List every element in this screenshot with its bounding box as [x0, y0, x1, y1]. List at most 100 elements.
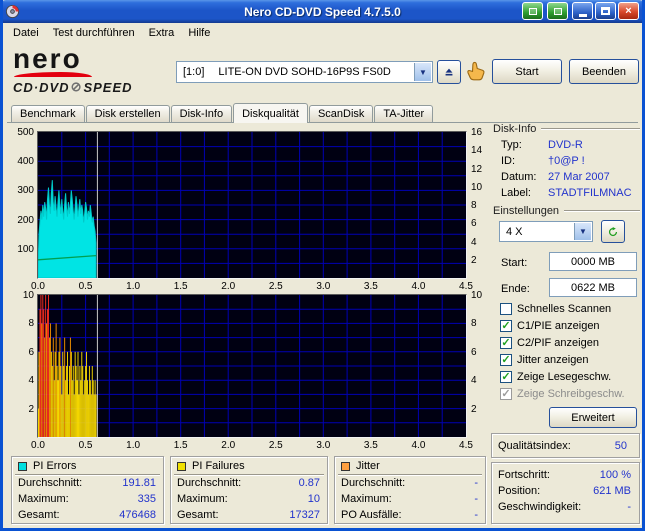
titlebar-extra-button-2[interactable] — [547, 2, 568, 20]
nero-logo: nero CD·DVD ⊘ SPEED — [13, 43, 171, 98]
green-window-icon — [553, 7, 562, 15]
checkbox-box[interactable]: ✓ — [500, 371, 512, 383]
tab-disk-erstellen[interactable]: Disk erstellen — [85, 105, 170, 122]
axis-tick-label: 1.0 — [126, 440, 141, 451]
checkbox-c2-pif[interactable]: ✓ C2/PIF anzeigen — [500, 336, 599, 350]
axis-tick-label: 2.5 — [268, 281, 283, 292]
speed-label: Geschwindigkeit: — [498, 501, 582, 513]
end-mb-field[interactable]: 0622 MB — [549, 278, 637, 297]
axis-tick-label: 14 — [471, 145, 483, 157]
divider — [15, 474, 160, 476]
axis-tick-label: 3.5 — [363, 440, 378, 451]
end-mb-label: Ende: — [501, 283, 530, 295]
logo-name: nero — [13, 43, 82, 74]
refresh-icon — [608, 226, 618, 236]
pi-failures-swatch-icon — [177, 461, 186, 471]
disk-label-label: Label: — [501, 187, 531, 199]
green-window-icon — [528, 7, 537, 15]
divider — [564, 210, 640, 212]
disk-type-label: Typ: — [501, 139, 522, 151]
drive-id: [1:0] — [183, 66, 205, 78]
tab-ta-jitter[interactable]: TA-Jitter — [374, 105, 434, 122]
quality-index-panel: Qualitätsindex: 50 — [491, 433, 640, 458]
progress-value: 100 % — [599, 469, 631, 481]
logo-sub-left: CD·DVD — [13, 79, 70, 95]
quit-button[interactable]: Beenden — [569, 59, 639, 84]
maximize-button[interactable] — [595, 2, 616, 20]
jitter-swatch-icon — [341, 461, 350, 471]
checkbox-box[interactable]: ✓ — [500, 337, 512, 349]
menu-item-datei[interactable]: Datei — [6, 24, 46, 42]
eject-button[interactable] — [437, 60, 461, 84]
titlebar-extra-button-1[interactable] — [522, 2, 543, 20]
start-mb-field[interactable]: 0000 MB — [549, 252, 637, 271]
tab-benchmark[interactable]: Benchmark — [11, 105, 85, 122]
checkbox-zeige-lesegeschw[interactable]: ✓ Zeige Lesegeschw. — [500, 370, 611, 384]
jitter-stats: Jitter Durchschnitt: - Maximum: - PO Ausfä… — [334, 456, 486, 524]
checkbox-jitter[interactable]: ✓ Jitter anzeigen — [500, 353, 589, 367]
stat-label: Maximum: — [177, 493, 228, 505]
axis-tick-label: 2.0 — [221, 281, 236, 292]
axis-tick-label: 2.0 — [221, 440, 236, 451]
axis-tick-label: 3.0 — [316, 281, 331, 292]
position-label: Position: — [498, 485, 541, 497]
axis-tick-label: 0.0 — [31, 281, 45, 292]
checkbox-schnelles-scannen[interactable]: Schnelles Scannen — [500, 302, 611, 316]
start-button[interactable]: Start — [492, 59, 562, 84]
speed-value-display: - — [627, 501, 631, 513]
checkbox-label: C2/PIF anzeigen — [517, 337, 599, 349]
tab-diskqualitaet[interactable]: Diskqualität — [233, 103, 308, 123]
speed-value: 4 X — [506, 225, 523, 238]
menu-item-test-durchfuehren[interactable]: Test durchführen — [46, 24, 142, 42]
settings-header-label: Einstellungen — [493, 205, 560, 217]
check-icon: ✓ — [501, 371, 511, 383]
checkbox-label: Schnelles Scannen — [517, 303, 612, 315]
advanced-button[interactable]: Erweitert — [549, 407, 637, 428]
tab-scandisk[interactable]: ScanDisk — [308, 105, 374, 122]
disk-label-row: Label: STADTFILMNAC — [501, 187, 639, 199]
axis-tick-label: 12 — [471, 163, 483, 175]
tab-disk-info[interactable]: Disk-Info — [170, 105, 233, 122]
minimize-button[interactable] — [572, 2, 593, 20]
checkbox-box[interactable]: ✓ — [500, 354, 512, 366]
axis-tick-label: 0.5 — [78, 281, 93, 292]
drive-select[interactable]: [1:0] LITE-ON DVD SOHD-16P9S FS0D ▼ — [176, 61, 433, 83]
stat-label: Gesamt: — [18, 509, 60, 521]
checkbox-box[interactable]: ✓ — [500, 320, 512, 332]
drive-dropdown-icon[interactable]: ▼ — [414, 63, 431, 81]
pi-errors-stats: PI Errors Durchschnitt: 191.81 Maximum: 33… — [11, 456, 164, 524]
disk-date-label: Datum: — [501, 171, 537, 183]
axis-tick-label: 4.5 — [459, 281, 473, 292]
axis-tick-label: 0.0 — [31, 440, 45, 451]
axis-tick-label: 300 — [17, 185, 34, 197]
axis-tick-label: 200 — [17, 214, 34, 226]
app-icon — [5, 4, 20, 19]
menu-item-extra[interactable]: Extra — [142, 24, 182, 42]
axis-tick-label: 2 — [28, 403, 34, 415]
tabstrip: Benchmark Disk erstellen Disk-Info Diskq… — [11, 103, 434, 123]
stat-value: 17327 — [289, 509, 320, 521]
check-icon: ✓ — [501, 354, 511, 366]
disk-info-header-label: Disk-Info — [493, 123, 537, 135]
check-icon: ✓ — [501, 388, 511, 400]
start-mb-label: Start: — [501, 257, 528, 269]
titlebar[interactable]: Nero CD-DVD Speed 4.7.5.0 × — [3, 0, 642, 23]
divider — [174, 474, 324, 476]
stat-box-title: PI Errors — [33, 460, 77, 472]
disk-type-value: DVD-R — [548, 139, 583, 151]
checkbox-label: Zeige Schreibgeschw. — [517, 388, 625, 400]
checkbox-box[interactable] — [500, 303, 512, 315]
axis-tick-label: 500 — [17, 127, 34, 138]
disk-date-row: Datum: 27 Mar 2007 — [501, 171, 639, 183]
axis-tick-label: 2 — [471, 254, 477, 266]
refresh-button[interactable] — [601, 220, 625, 243]
axis-tick-label: 16 — [471, 127, 483, 138]
speed-select[interactable]: 4 X ▼ — [499, 221, 593, 242]
menu-item-hilfe[interactable]: Hilfe — [181, 24, 217, 42]
speed-dropdown-icon[interactable]: ▼ — [574, 223, 591, 240]
stat-value: 191.81 — [122, 477, 156, 489]
logo-sub-right: SPEED — [83, 79, 133, 95]
axis-tick-label: 4.5 — [459, 440, 473, 451]
checkbox-c1-pie[interactable]: ✓ C1/PIE anzeigen — [500, 319, 600, 333]
close-button[interactable]: × — [618, 2, 639, 20]
